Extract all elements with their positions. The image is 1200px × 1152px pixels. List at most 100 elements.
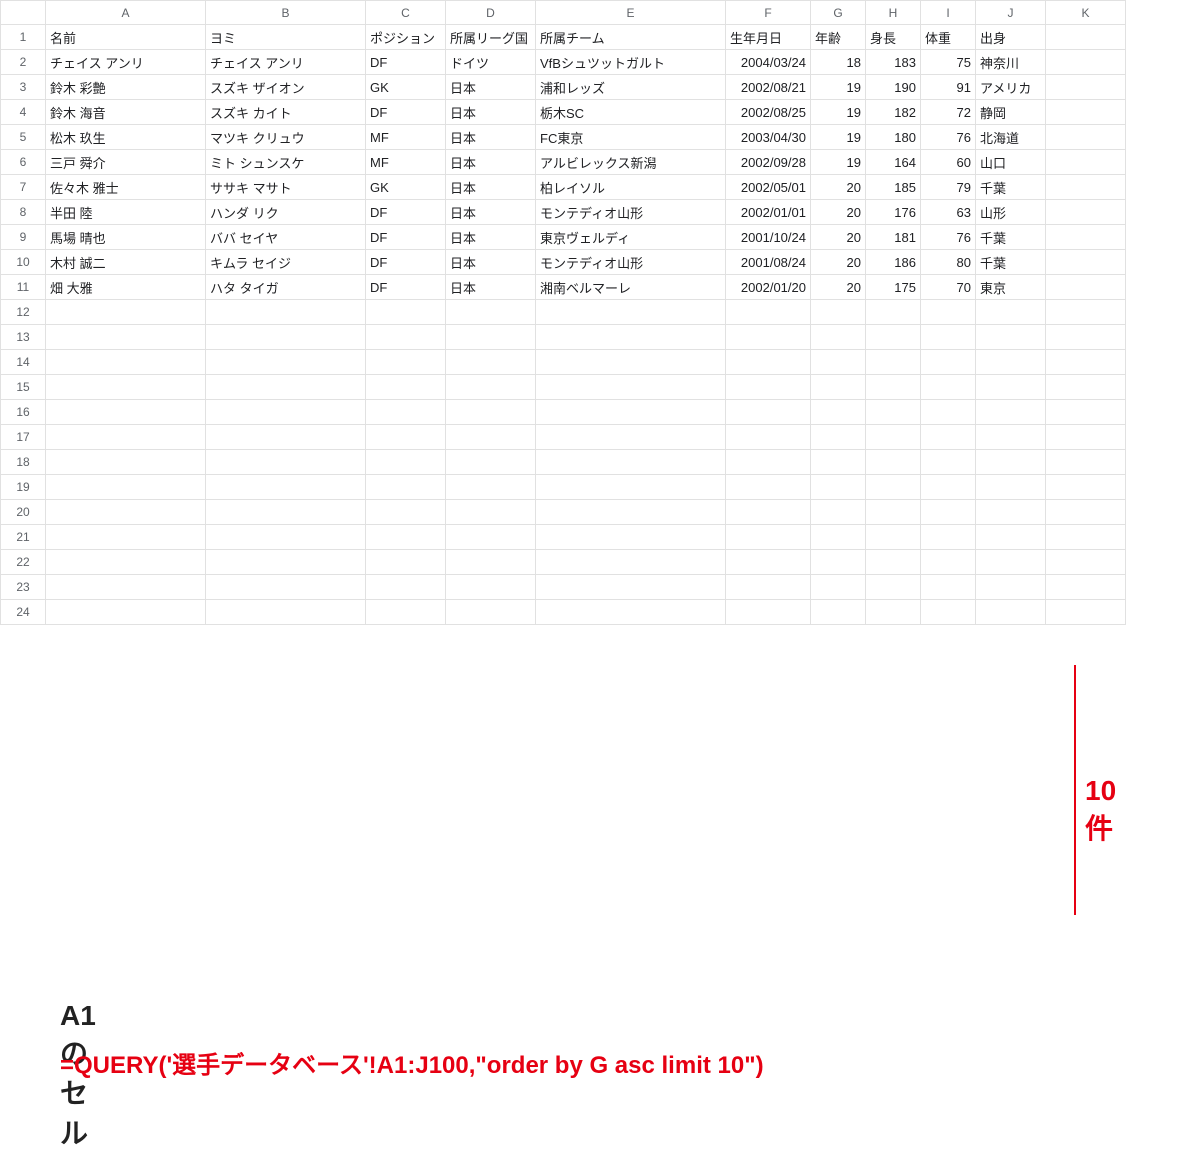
cell-K7[interactable] bbox=[1046, 175, 1126, 200]
cell-B23[interactable] bbox=[206, 575, 366, 600]
row-header-16[interactable]: 16 bbox=[0, 400, 46, 425]
cell-G18[interactable] bbox=[811, 450, 866, 475]
cell-F19[interactable] bbox=[726, 475, 811, 500]
cell-G11[interactable]: 20 bbox=[811, 275, 866, 300]
cell-B9[interactable]: ババ セイヤ bbox=[206, 225, 366, 250]
cell-C2[interactable]: DF bbox=[366, 50, 446, 75]
cell-E13[interactable] bbox=[536, 325, 726, 350]
cell-F5[interactable]: 2003/04/30 bbox=[726, 125, 811, 150]
cell-J16[interactable] bbox=[976, 400, 1046, 425]
cell-K23[interactable] bbox=[1046, 575, 1126, 600]
cell-A5[interactable]: 松木 玖生 bbox=[46, 125, 206, 150]
cell-C21[interactable] bbox=[366, 525, 446, 550]
cell-C13[interactable] bbox=[366, 325, 446, 350]
cell-E2[interactable]: VfBシュツットガルト bbox=[536, 50, 726, 75]
cell-J13[interactable] bbox=[976, 325, 1046, 350]
cell-E18[interactable] bbox=[536, 450, 726, 475]
cell-E10[interactable]: モンテディオ山形 bbox=[536, 250, 726, 275]
cell-J22[interactable] bbox=[976, 550, 1046, 575]
cell-H14[interactable] bbox=[866, 350, 921, 375]
cell-H23[interactable] bbox=[866, 575, 921, 600]
cell-I4[interactable]: 72 bbox=[921, 100, 976, 125]
cell-E3[interactable]: 浦和レッズ bbox=[536, 75, 726, 100]
cell-F24[interactable] bbox=[726, 600, 811, 625]
col-header-E[interactable]: E bbox=[536, 0, 726, 25]
cell-G3[interactable]: 19 bbox=[811, 75, 866, 100]
row-header-19[interactable]: 19 bbox=[0, 475, 46, 500]
cell-D24[interactable] bbox=[446, 600, 536, 625]
cell-F12[interactable] bbox=[726, 300, 811, 325]
cell-F2[interactable]: 2004/03/24 bbox=[726, 50, 811, 75]
cell-H17[interactable] bbox=[866, 425, 921, 450]
cell-H19[interactable] bbox=[866, 475, 921, 500]
cell-B8[interactable]: ハンダ リク bbox=[206, 200, 366, 225]
cell-E24[interactable] bbox=[536, 600, 726, 625]
cell-K5[interactable] bbox=[1046, 125, 1126, 150]
cell-K20[interactable] bbox=[1046, 500, 1126, 525]
cell-B22[interactable] bbox=[206, 550, 366, 575]
cell-K8[interactable] bbox=[1046, 200, 1126, 225]
cell-H11[interactable]: 175 bbox=[866, 275, 921, 300]
row-header-9[interactable]: 9 bbox=[0, 225, 46, 250]
cell-E16[interactable] bbox=[536, 400, 726, 425]
cell-E19[interactable] bbox=[536, 475, 726, 500]
cell-G1[interactable]: 年齢 bbox=[811, 25, 866, 50]
col-header-K[interactable]: K bbox=[1046, 0, 1126, 25]
cell-H1[interactable]: 身長 bbox=[866, 25, 921, 50]
cell-B20[interactable] bbox=[206, 500, 366, 525]
cell-D17[interactable] bbox=[446, 425, 536, 450]
cell-J20[interactable] bbox=[976, 500, 1046, 525]
cell-D3[interactable]: 日本 bbox=[446, 75, 536, 100]
col-header-B[interactable]: B bbox=[206, 0, 366, 25]
col-header-A[interactable]: A bbox=[46, 0, 206, 25]
cell-F10[interactable]: 2001/08/24 bbox=[726, 250, 811, 275]
cell-F23[interactable] bbox=[726, 575, 811, 600]
row-header-17[interactable]: 17 bbox=[0, 425, 46, 450]
cell-I10[interactable]: 80 bbox=[921, 250, 976, 275]
cell-D22[interactable] bbox=[446, 550, 536, 575]
cell-J17[interactable] bbox=[976, 425, 1046, 450]
cell-G4[interactable]: 19 bbox=[811, 100, 866, 125]
cell-A8[interactable]: 半田 陸 bbox=[46, 200, 206, 225]
cell-D20[interactable] bbox=[446, 500, 536, 525]
cell-A19[interactable] bbox=[46, 475, 206, 500]
cell-K18[interactable] bbox=[1046, 450, 1126, 475]
cell-B10[interactable]: キムラ セイジ bbox=[206, 250, 366, 275]
spreadsheet-grid[interactable]: ABCDEFGHIJK1名前ヨミポジション所属リーグ国所属チーム生年月日年齢身長… bbox=[0, 0, 1200, 625]
cell-J12[interactable] bbox=[976, 300, 1046, 325]
col-header-F[interactable]: F bbox=[726, 0, 811, 25]
cell-K9[interactable] bbox=[1046, 225, 1126, 250]
cell-E12[interactable] bbox=[536, 300, 726, 325]
cell-F16[interactable] bbox=[726, 400, 811, 425]
cell-E14[interactable] bbox=[536, 350, 726, 375]
cell-D14[interactable] bbox=[446, 350, 536, 375]
cell-E17[interactable] bbox=[536, 425, 726, 450]
cell-B2[interactable]: チェイス アンリ bbox=[206, 50, 366, 75]
cell-I7[interactable]: 79 bbox=[921, 175, 976, 200]
cell-B15[interactable] bbox=[206, 375, 366, 400]
row-header-2[interactable]: 2 bbox=[0, 50, 46, 75]
cell-J2[interactable]: 神奈川 bbox=[976, 50, 1046, 75]
row-header-12[interactable]: 12 bbox=[0, 300, 46, 325]
cell-K2[interactable] bbox=[1046, 50, 1126, 75]
cell-E23[interactable] bbox=[536, 575, 726, 600]
cell-I1[interactable]: 体重 bbox=[921, 25, 976, 50]
cell-J9[interactable]: 千葉 bbox=[976, 225, 1046, 250]
cell-B24[interactable] bbox=[206, 600, 366, 625]
cell-B3[interactable]: スズキ ザイオン bbox=[206, 75, 366, 100]
cell-B7[interactable]: ササキ マサト bbox=[206, 175, 366, 200]
cell-B19[interactable] bbox=[206, 475, 366, 500]
cell-B1[interactable]: ヨミ bbox=[206, 25, 366, 50]
cell-C16[interactable] bbox=[366, 400, 446, 425]
cell-C11[interactable]: DF bbox=[366, 275, 446, 300]
cell-C9[interactable]: DF bbox=[366, 225, 446, 250]
cell-F6[interactable]: 2002/09/28 bbox=[726, 150, 811, 175]
cell-I14[interactable] bbox=[921, 350, 976, 375]
cell-K22[interactable] bbox=[1046, 550, 1126, 575]
cell-F8[interactable]: 2002/01/01 bbox=[726, 200, 811, 225]
cell-E15[interactable] bbox=[536, 375, 726, 400]
col-header-J[interactable]: J bbox=[976, 0, 1046, 25]
cell-F18[interactable] bbox=[726, 450, 811, 475]
cell-E22[interactable] bbox=[536, 550, 726, 575]
cell-A21[interactable] bbox=[46, 525, 206, 550]
